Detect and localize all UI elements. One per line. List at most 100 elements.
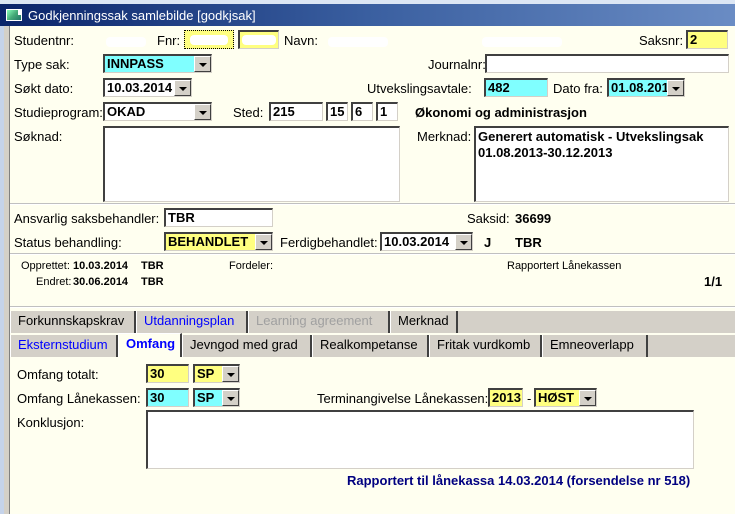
ansvarlig-field[interactable]: TBR [164,208,273,227]
divider [10,253,735,255]
sokt-dato-label: Søkt dato: [14,81,74,96]
saksnr-field[interactable]: 2 [686,30,728,49]
tab-eksternstudium[interactable]: Eksternstudium [10,335,118,357]
tab-learning-agreement: Learning agreement [248,311,390,333]
window-titlebar: Godkjenningssak samlebilde [godkjsak] [0,0,735,26]
type-sak-label: Type sak: [14,57,70,72]
type-sak-select[interactable]: INNPASS [103,54,212,73]
ferdig-user: TBR [515,235,542,250]
saksnr-label: Saksnr: [639,33,684,48]
ferdig-select[interactable]: 10.03.2014 [380,232,473,251]
termin-season-dropdown-button[interactable] [579,390,596,406]
tab-merknad[interactable]: Merknad [390,311,458,333]
tab-forkunnskapskrav[interactable]: Forkunnskapskrav [10,311,136,333]
termin-season-value: HØST [538,390,575,405]
studieprogram-select[interactable]: OKAD [103,102,212,121]
tabs-bottom: Eksternstudium Omfang Jevngod med grad R… [10,333,735,357]
sted-field-2[interactable]: 15 [326,102,348,121]
status-label: Status behandling: [14,235,122,250]
omfang-totalt-unit: SP [197,366,215,381]
opprettet-label: Opprettet: [21,260,70,272]
sokt-dato-dropdown-button[interactable] [174,80,191,96]
saksid-label: Saksid: [467,211,510,226]
studentnr-label: Studentnr: [14,33,74,48]
ferdig-flag: J [484,235,492,250]
sted-label: Sted: [233,105,264,120]
tab-realkompetanse[interactable]: Realkompetanse [312,335,429,357]
ferdig-label: Ferdigbehandlet: [280,235,378,250]
sted-field-4[interactable]: 1 [376,102,398,121]
rapportert-status-text: Rapportert til lånekassa 14.03.2014 (for… [347,473,691,488]
konklusjon-textarea[interactable] [146,410,694,469]
omfang-totalt-unit-dropdown-button[interactable] [222,366,239,382]
opprettet-date: 10.03.2014 [73,260,129,272]
tab-emneoverlapp[interactable]: Emneoverlapp [542,335,648,357]
journalnr-field[interactable] [485,54,729,73]
termin-separator: - [527,391,532,406]
navn-redacted-1 [328,37,388,47]
sted-field-1[interactable]: 215 [269,102,323,121]
termin-season-select[interactable]: HØST [534,388,597,407]
termin-label: Terminangivelse Lånekassen: [317,391,489,406]
konklusjon-label: Konklusjon: [17,415,85,430]
navn-redacted-2 [482,37,562,47]
fnr-label: Fnr: [157,33,181,48]
rapportert-lanekassen-label: Rapportert Lånekassen [507,260,622,272]
sted-field-3[interactable]: 6 [351,102,373,121]
navn-label: Navn: [284,33,318,48]
saksid-value: 36699 [515,211,552,226]
omfang-totalt-label: Omfang totalt: [17,367,99,382]
type-sak-dropdown-button[interactable] [194,56,211,72]
merknad-textarea[interactable]: Generert automatisk - Utvekslingsak 01.0… [474,126,729,202]
merknad-label: Merknad: [417,129,472,144]
app-icon [6,9,22,21]
termin-year-field[interactable]: 2013 [488,388,523,407]
status-dropdown-button[interactable] [255,234,272,250]
tab-utdanningsplan[interactable]: Utdanningsplan [136,311,248,333]
record-counter: 1/1 [704,274,723,289]
endret-user: TBR [141,276,164,288]
omfang-lanekassen-label: Omfang Lånekassen: [17,391,141,406]
soknad-label: Søknad: [14,129,63,144]
divider [10,306,735,308]
divider [10,203,735,205]
journalnr-label: Journalnr: [428,57,486,72]
omfang-lanekassen-unit-select[interactable]: SP [193,388,240,407]
fordeler-label: Fordeler: [229,260,274,272]
window-title: Godkjenningssak samlebilde [godkjsak] [28,7,256,23]
ferdig-value: 10.03.2014 [384,234,450,249]
tab-fritak-vurdkomb[interactable]: Fritak vurdkomb [429,335,542,357]
fnr-redacted-2 [242,35,276,45]
endret-label: Endret: [36,276,72,288]
status-value: BEHANDLET [168,234,249,249]
ferdig-dropdown-button[interactable] [455,234,472,250]
omfang-totalt-unit-select[interactable]: SP [193,364,240,383]
studieprogram-dropdown-button[interactable] [194,104,211,120]
studieprogram-value: OKAD [107,104,146,119]
tabs-top: Forkunnskapskrav Utdanningsplan Learning… [10,311,735,333]
soknad-textarea[interactable] [103,126,400,202]
omfang-totalt-field[interactable]: 30 [146,364,189,383]
tab-omfang[interactable]: Omfang [118,333,182,357]
type-sak-value: INNPASS [107,56,164,71]
utvekslingsavtale-field[interactable]: 482 [484,78,548,97]
tab-jevngod-med-grad[interactable]: Jevngod med grad [182,335,312,357]
sokt-dato-select[interactable]: 10.03.2014 [103,78,192,97]
studieprogram-label: Studieprogram: [14,105,103,120]
status-select[interactable]: BEHANDLET [164,232,273,251]
dato-fra-select[interactable]: 01.08.2013 [607,78,685,97]
dato-fra-dropdown-button[interactable] [667,80,684,96]
fnr-redacted-1 [190,35,228,45]
omfang-lanekassen-unit-dropdown-button[interactable] [222,390,239,406]
sted-name: Økonomi og administrasjon [415,105,587,120]
opprettet-user: TBR [141,260,164,272]
utvekslingsavtale-label: Utvekslingsavtale: [367,81,472,96]
sokt-dato-value: 10.03.2014 [107,80,173,95]
studentnr-value-redacted [106,37,146,47]
case-form: Studentnr: Fnr: Navn: Saksnr: 2 Type sak… [9,26,735,514]
ansvarlig-label: Ansvarlig saksbehandler: [14,211,160,226]
dato-fra-label: Dato fra: [553,81,603,96]
endret-date: 30.06.2014 [73,276,129,288]
omfang-lanekassen-field[interactable]: 30 [146,388,189,407]
omfang-lanekassen-unit: SP [197,390,215,405]
